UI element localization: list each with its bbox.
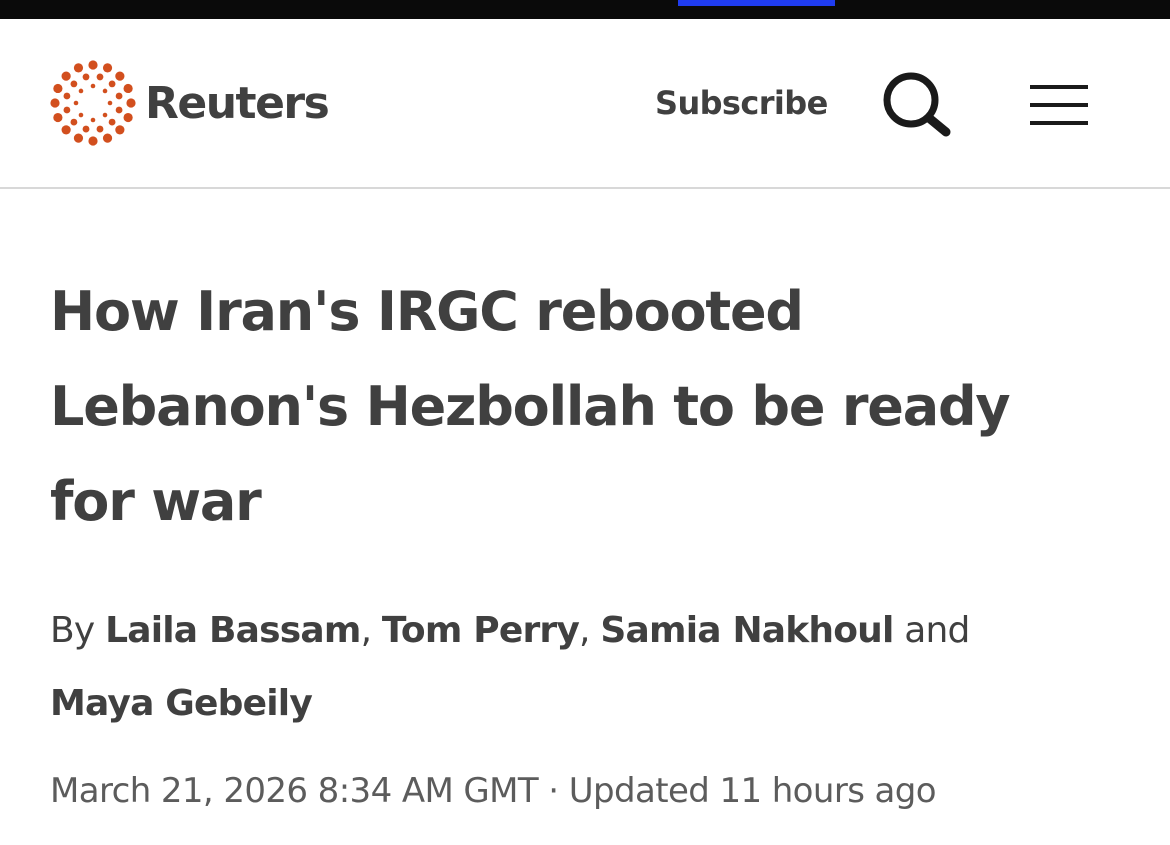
logo-dot: [115, 71, 125, 81]
logo-dot: [53, 83, 63, 94]
reuters-logo-icon: [50, 60, 136, 146]
logo-dot: [53, 112, 63, 123]
logo-dot: [63, 92, 71, 100]
logo-dot: [63, 106, 71, 114]
logo-dot: [102, 63, 113, 73]
author-link[interactable]: Maya Gebeily: [50, 683, 313, 724]
reuters-logo-link[interactable]: Reuters: [50, 60, 330, 146]
article-byline: By Laila Bassam, Tom Perry, Samia Nakhou…: [50, 594, 1140, 740]
byline-conjunction: and: [904, 610, 970, 651]
logo-dot: [123, 83, 133, 94]
logo-dot: [73, 100, 79, 106]
logo-dot: [108, 80, 116, 88]
logo-dot: [50, 98, 60, 108]
logo-dot: [88, 136, 98, 146]
subscribe-button[interactable]: Subscribe: [655, 83, 828, 123]
logo-dot: [123, 112, 133, 123]
logo-dot: [88, 60, 98, 70]
scroll-indicator: [678, 0, 835, 6]
author-link[interactable]: Laila Bassam: [105, 610, 361, 651]
search-button[interactable]: [882, 71, 952, 137]
logo-dot: [102, 88, 108, 94]
logo-dot: [115, 106, 123, 114]
logo-dot: [61, 125, 71, 135]
menu-button[interactable]: [1030, 83, 1088, 127]
logo-dot: [96, 73, 104, 81]
hamburger-menu-icon: [1030, 85, 1088, 125]
logo-dot: [73, 63, 84, 73]
headline-line: How Iran's IRGC rebooted: [50, 280, 804, 343]
logo-dot: [78, 112, 84, 118]
updated-time: Updated 11 hours ago: [568, 771, 937, 811]
logo-dot: [70, 80, 78, 88]
byline-prefix: By: [50, 610, 95, 651]
logo-dot: [115, 125, 125, 135]
article-headline: How Iran's IRGC rebooted Lebanon's Hezbo…: [50, 264, 1130, 549]
logo-dot: [90, 117, 96, 123]
logo-dot: [78, 88, 84, 94]
logo-text: Reuters: [145, 77, 330, 129]
logo-dot: [61, 71, 71, 81]
logo-dot: [82, 73, 90, 81]
logo-dot: [73, 133, 84, 143]
logo-dot: [70, 118, 78, 126]
author-separator: ,: [579, 610, 590, 651]
logo-dot: [115, 92, 123, 100]
dateline-separator: ·: [548, 771, 559, 811]
status-bar: [0, 0, 1170, 19]
site-header: Reuters Subscribe: [0, 19, 1170, 189]
article-dateline: March 21, 2026 8:34 AM GMT · Updated 11 …: [50, 766, 937, 816]
logo-dot: [108, 118, 116, 126]
author-link[interactable]: Tom Perry: [382, 610, 580, 651]
headline-line: Lebanon's Hezbollah to be ready: [50, 375, 1011, 438]
logo-dot: [126, 98, 136, 108]
logo-dot: [107, 100, 113, 106]
logo-dot: [102, 112, 108, 118]
headline-line: for war: [50, 470, 262, 533]
author-separator: ,: [360, 610, 372, 651]
logo-dot: [82, 125, 90, 133]
logo-dot: [96, 125, 104, 133]
logo-dot: [102, 133, 113, 143]
logo-dot: [90, 83, 96, 89]
search-icon: [883, 72, 951, 137]
published-date: March 21, 2026 8:34 AM GMT: [50, 771, 539, 811]
author-link[interactable]: Samia Nakhoul: [600, 610, 894, 651]
